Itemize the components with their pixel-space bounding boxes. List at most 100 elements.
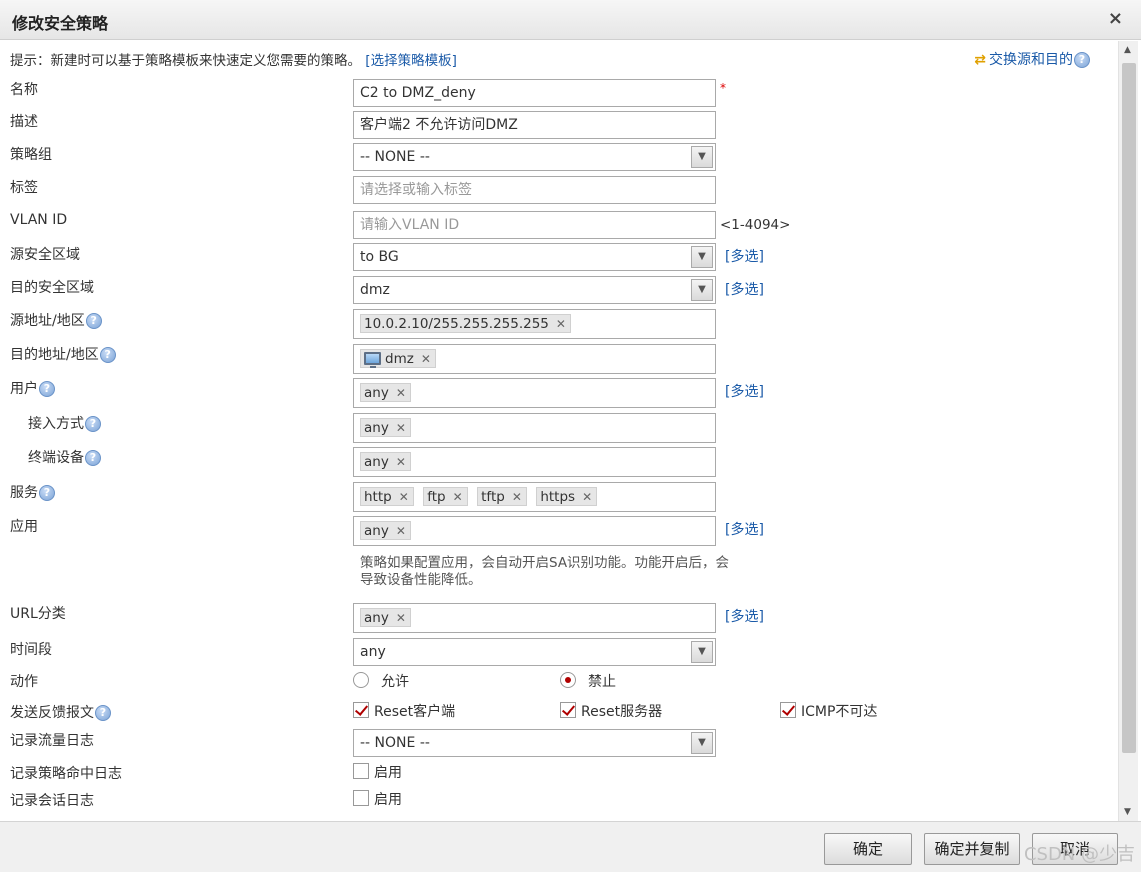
reset-client-checkbox[interactable] [353,702,369,718]
user-tag: any ✕ [360,383,411,402]
action-label: 动作 [10,674,38,690]
reset-server-label: Reset服务器 [581,704,663,720]
desc-label: 描述 [10,114,38,130]
tags-input[interactable]: 请选择或输入标签 [353,176,716,204]
help-icon[interactable]: ? [39,381,55,397]
remove-tag-icon[interactable]: ✕ [421,350,431,368]
action-deny-radio[interactable] [560,672,576,688]
chevron-down-icon[interactable]: ▼ [691,279,713,301]
tags-label: 标签 [10,180,38,196]
help-icon[interactable]: ? [95,705,111,721]
choose-template-link[interactable]: [选择策略模板] [365,53,457,69]
service-tag: http ✕ [360,487,414,506]
dst-zone-select[interactable]: dmz ▼ [353,276,716,304]
url-label: URL分类 [10,606,66,622]
dialog-title: 修改安全策略 [12,14,109,33]
dialog-content: 提示：新建时可以基于策略模板来快速定义您需要的策略。 [选择策略模板] ⇄ 交换源… [0,41,1118,821]
chevron-down-icon[interactable]: ▼ [691,641,713,663]
remove-tag-icon[interactable]: ✕ [396,384,406,402]
url-tagbox[interactable]: any ✕ [353,603,716,633]
vertical-scrollbar[interactable]: ▲ ▼ [1118,41,1138,821]
hit-log-checkbox[interactable] [353,763,369,779]
session-log-checkbox[interactable] [353,790,369,806]
url-multi-link[interactable]: [多选] [725,606,764,626]
required-mark: * [720,81,726,95]
swap-src-dst[interactable]: ⇄ 交换源和目的? [974,49,1090,69]
chevron-down-icon[interactable]: ▼ [691,732,713,754]
tag-label: https [540,489,576,505]
security-policy-dialog: 修改安全策略 × 提示：新建时可以基于策略模板来快速定义您需要的策略。 [选择策… [0,0,1141,872]
close-icon[interactable]: × [1108,8,1123,29]
vlan-input[interactable]: 请输入VLAN ID [353,211,716,239]
user-tagbox[interactable]: any ✕ [353,378,716,408]
time-select[interactable]: any ▼ [353,638,716,666]
group-label: 策略组 [10,147,52,163]
dst-zone-value: dmz [360,282,390,298]
swap-src-dst-link[interactable]: 交换源和目的 [989,52,1073,68]
src-zone-select[interactable]: to BG ▼ [353,243,716,271]
group-select-value: -- NONE -- [360,149,430,165]
action-allow-label: 允许 [381,674,409,690]
name-input[interactable]: C2 to DMZ_deny [353,79,716,107]
src-addr-tag: 10.0.2.10/255.255.255.255 ✕ [360,314,571,333]
app-note: 策略如果配置应用，会自动开启SA识别功能。功能开启后，会导致设备性能降低。 [360,555,730,588]
access-label-text: 接入方式 [28,416,84,432]
dialog-footer: 确定 确定并复制 取消 CSDN @少吉 [0,821,1141,872]
dst-zone-multi-link[interactable]: [多选] [725,279,764,299]
chevron-down-icon[interactable]: ▼ [691,146,713,168]
src-zone-label: 源安全区域 [10,247,80,263]
remove-tag-icon[interactable]: ✕ [556,315,566,333]
dialog-titlebar: 修改安全策略 × [0,0,1141,40]
src-addr-tagbox[interactable]: 10.0.2.10/255.255.255.255 ✕ [353,309,716,339]
chevron-down-icon[interactable]: ▼ [691,246,713,268]
tag-label: http [364,489,392,505]
help-icon[interactable]: ? [1074,52,1090,68]
icmp-unreachable-checkbox[interactable] [780,702,796,718]
help-icon[interactable]: ? [39,485,55,501]
tag-label: dmz [385,351,414,367]
tag-label: ftp [427,489,446,505]
tag-label: any [364,385,389,401]
watermark: CSDN @少吉 [1023,844,1135,865]
terminal-tagbox[interactable]: any ✕ [353,447,716,477]
help-icon[interactable]: ? [85,313,102,329]
tag-label: tftp [481,489,505,505]
user-multi-link[interactable]: [多选] [725,381,764,401]
dst-addr-label: 目的地址/地区? [10,344,116,364]
remove-tag-icon[interactable]: ✕ [396,419,406,437]
hit-log-label: 记录策略命中日志 [10,766,122,782]
remove-tag-icon[interactable]: ✕ [396,609,406,627]
access-tagbox[interactable]: any ✕ [353,413,716,443]
reset-server-checkbox[interactable] [560,702,576,718]
monitor-icon [364,352,381,368]
tag-label: any [364,610,389,626]
app-label: 应用 [10,519,38,535]
app-tagbox[interactable]: any ✕ [353,516,716,546]
icmp-unreachable-label: ICMP不可达 [801,704,878,720]
tag-label: 10.0.2.10/255.255.255.255 [364,316,549,332]
group-select[interactable]: -- NONE -- ▼ [353,143,716,171]
traffic-log-select[interactable]: -- NONE -- ▼ [353,729,716,757]
scroll-down-icon[interactable]: ▼ [1124,807,1131,817]
dst-addr-tagbox[interactable]: dmz ✕ [353,344,716,374]
src-zone-multi-link[interactable]: [多选] [725,246,764,266]
service-tagbox[interactable]: http ✕ ftp ✕ tftp ✕ https ✕ [353,482,716,512]
help-icon[interactable]: ? [85,416,101,432]
remove-tag-icon[interactable]: ✕ [582,488,592,506]
ok-button[interactable]: 确定 [824,833,912,865]
help-icon[interactable]: ? [85,450,101,466]
scroll-thumb[interactable] [1122,63,1136,753]
action-allow-radio[interactable] [353,672,369,688]
scroll-up-icon[interactable]: ▲ [1124,45,1131,55]
tag-label: any [364,454,389,470]
app-multi-link[interactable]: [多选] [725,519,764,539]
remove-tag-icon[interactable]: ✕ [453,488,463,506]
help-icon[interactable]: ? [99,347,116,363]
name-label: 名称 [10,82,38,98]
desc-input[interactable]: 客户端2 不允许访问DMZ [353,111,716,139]
remove-tag-icon[interactable]: ✕ [399,488,409,506]
remove-tag-icon[interactable]: ✕ [396,453,406,471]
ok-copy-button[interactable]: 确定并复制 [924,833,1020,865]
remove-tag-icon[interactable]: ✕ [396,522,406,540]
remove-tag-icon[interactable]: ✕ [512,488,522,506]
